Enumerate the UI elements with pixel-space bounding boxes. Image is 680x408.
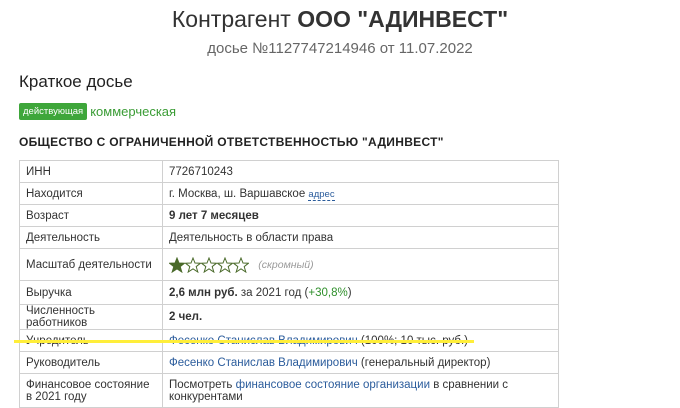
- activity-label: Деятельность: [19, 226, 163, 249]
- section-title: Краткое досье: [19, 72, 133, 91]
- star-empty-icon: [217, 256, 233, 273]
- star-empty-icon: [201, 256, 217, 273]
- location-label: Находится: [19, 182, 163, 205]
- employees-value: 2 чел.: [162, 304, 559, 330]
- revenue-change: +30,8%: [308, 286, 348, 299]
- address-link[interactable]: адрес: [308, 188, 335, 201]
- revenue-cell: 2,6 млн руб. за 2021 год (+30,8%): [162, 280, 559, 305]
- age-value: 9 лет 7 месяцев: [162, 204, 559, 227]
- title-prefix: Контрагент: [171, 6, 291, 32]
- page-title: Контрагент ООО "АДИНВЕСТ": [0, 6, 680, 33]
- table-row: Численность работников 2 чел.: [19, 304, 559, 330]
- location-cell: г. Москва, ш. Варшавское адрес: [162, 182, 559, 205]
- activity-value: Деятельность в области права: [162, 226, 559, 249]
- scale-cell: (скромный): [162, 248, 559, 281]
- star-filled-icon: [169, 256, 185, 273]
- status-badges: действующая коммерческая: [19, 103, 176, 120]
- table-row: Выручка 2,6 млн руб. за 2021 год (+30,8%…: [19, 280, 559, 305]
- director-label: Руководитель: [19, 351, 163, 374]
- company-name: ООО "АДИНВЕСТ": [297, 6, 509, 32]
- finance-link[interactable]: финансовое состояние организации: [236, 379, 430, 391]
- revenue-label: Выручка: [19, 280, 163, 305]
- inn-label: ИНН: [19, 160, 163, 183]
- director-link[interactable]: Фесенко Станислав Владимирович: [169, 357, 358, 369]
- table-row: Масштаб деятельности (скромный): [19, 248, 559, 281]
- type-badge[interactable]: коммерческая: [90, 104, 176, 119]
- dossier-subtitle: досье №1127747214946 от 11.07.2022: [207, 40, 473, 57]
- status-badge: действующая: [19, 103, 88, 120]
- revenue-period: за 2021 год: [240, 286, 302, 299]
- finance-text-before: Посмотреть: [169, 378, 233, 391]
- company-full-name: ОБЩЕСТВО С ОГРАНИЧЕННОЙ ОТВЕТСТВЕННОСТЬЮ…: [19, 135, 444, 149]
- director-cell: Фесенко Станислав Владимирович (генераль…: [162, 351, 559, 374]
- scale-label: Масштаб деятельности: [19, 248, 163, 281]
- info-table: ИНН 7726710243 Находится г. Москва, ш. В…: [19, 160, 559, 408]
- table-row: Финансовое состояние в 2021 году Посмотр…: [19, 373, 559, 408]
- age-label: Возраст: [19, 204, 163, 227]
- director-details: (генеральный директор): [360, 356, 491, 369]
- table-row: Возраст 9 лет 7 месяцев: [19, 204, 559, 227]
- table-row: Руководитель Фесенко Станислав Владимиро…: [19, 351, 559, 374]
- finance-cell: Посмотреть финансовое состояние организа…: [162, 373, 559, 408]
- table-row: ИНН 7726710243: [19, 160, 559, 183]
- location-value: г. Москва, ш. Варшавское: [169, 187, 306, 200]
- rating-stars: [169, 256, 249, 273]
- scale-note: (скромный): [258, 258, 314, 271]
- revenue-change-close: ): [347, 286, 352, 299]
- highlight-underline: [14, 340, 474, 343]
- finance-label: Финансовое состояние в 2021 году: [19, 373, 163, 408]
- table-row: Деятельность Деятельность в области прав…: [19, 226, 559, 249]
- revenue-value: 2,6 млн руб.: [169, 286, 238, 299]
- table-row: Находится г. Москва, ш. Варшавское адрес: [19, 182, 559, 205]
- inn-value: 7726710243: [162, 160, 559, 183]
- employees-label: Численность работников: [19, 304, 163, 330]
- star-empty-icon: [233, 256, 249, 273]
- star-empty-icon: [185, 256, 201, 273]
